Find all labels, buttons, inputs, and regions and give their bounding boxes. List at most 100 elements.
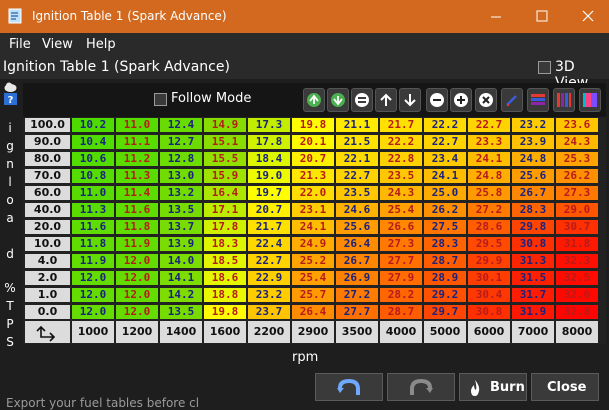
table-cell[interactable]: 16.4 <box>204 186 246 200</box>
table-cell[interactable]: 27.5 <box>424 220 466 234</box>
row-header[interactable]: 4.0 <box>25 254 70 268</box>
row-header[interactable]: 20.0 <box>25 220 70 234</box>
table-cell[interactable]: 25.2 <box>292 254 334 268</box>
follow-mode-checkbox[interactable] <box>154 93 167 106</box>
table-cell[interactable]: 11.0 <box>72 186 114 200</box>
table-cell[interactable]: 12.0 <box>116 254 158 268</box>
table-cell[interactable]: 11.6 <box>116 203 158 217</box>
table-cell[interactable]: 30.1 <box>468 271 510 285</box>
minus-button[interactable] <box>426 88 448 112</box>
table-cell[interactable]: 28.2 <box>380 288 422 302</box>
table-cell[interactable]: 10.2 <box>72 118 114 132</box>
table-cell[interactable]: 20.7 <box>292 152 334 166</box>
table-cell[interactable]: 14.9 <box>204 118 246 132</box>
table-cell[interactable]: 22.8 <box>380 152 422 166</box>
table-cell[interactable]: 19.0 <box>248 169 290 183</box>
gradient-button[interactable] <box>553 88 575 112</box>
table-cell[interactable]: 11.6 <box>72 220 114 234</box>
row-header[interactable]: 90.0 <box>25 135 70 149</box>
table-cell[interactable]: 18.5 <box>204 254 246 268</box>
color-palette-button[interactable] <box>579 88 601 112</box>
table-cell[interactable]: 26.4 <box>292 305 334 319</box>
table-cell[interactable]: 32.6 <box>556 288 598 302</box>
table-cell[interactable]: 30.7 <box>556 220 598 234</box>
row-header[interactable]: 10.0 <box>25 237 70 251</box>
arrow-up-green-button[interactable] <box>303 88 325 112</box>
table-cell[interactable]: 18.6 <box>204 271 246 285</box>
table-cell[interactable]: 14.0 <box>160 254 202 268</box>
table-cell[interactable]: 31.3 <box>512 254 554 268</box>
table-cell[interactable]: 11.8 <box>116 220 158 234</box>
table-cell[interactable]: 22.0 <box>292 186 334 200</box>
minimize-button[interactable] <box>473 0 519 33</box>
table-cell[interactable]: 30.8 <box>512 237 554 251</box>
table-cell[interactable]: 11.3 <box>116 169 158 183</box>
table-button[interactable] <box>527 88 549 112</box>
table-cell[interactable]: 12.0 <box>116 305 158 319</box>
table-cell[interactable]: 15.1 <box>204 135 246 149</box>
table-cell[interactable]: 13.5 <box>160 203 202 217</box>
table-cell[interactable]: 11.2 <box>116 152 158 166</box>
multiply-button[interactable] <box>475 88 497 112</box>
table-cell[interactable]: 24.3 <box>556 135 598 149</box>
table-cell[interactable]: 12.0 <box>72 305 114 319</box>
equals-button[interactable] <box>351 88 373 112</box>
table-cell[interactable]: 27.7 <box>380 254 422 268</box>
table-cell[interactable]: 23.4 <box>424 152 466 166</box>
table-cell[interactable]: 32.5 <box>556 271 598 285</box>
row-header[interactable]: 40.0 <box>25 203 70 217</box>
up-arrow-button[interactable] <box>375 88 397 112</box>
table-cell[interactable]: 21.7 <box>380 118 422 132</box>
table-cell[interactable]: 22.2 <box>380 135 422 149</box>
table-cell[interactable]: 11.4 <box>116 186 158 200</box>
maximize-button[interactable] <box>519 0 565 33</box>
column-header[interactable]: 7000 <box>512 321 554 343</box>
table-cell[interactable]: 26.2 <box>424 203 466 217</box>
table-cell[interactable]: 17.8 <box>248 135 290 149</box>
table-cell[interactable]: 27.2 <box>468 203 510 217</box>
table-cell[interactable]: 21.1 <box>336 118 378 132</box>
table-cell[interactable]: 25.8 <box>468 186 510 200</box>
table-cell[interactable]: 31.5 <box>512 271 554 285</box>
table-cell[interactable]: 28.3 <box>512 203 554 217</box>
table-cell[interactable]: 17.3 <box>248 118 290 132</box>
table-cell[interactable]: 17.1 <box>204 203 246 217</box>
table-cell[interactable]: 18.8 <box>204 288 246 302</box>
table-cell[interactable]: 12.0 <box>116 288 158 302</box>
table-cell[interactable]: 24.1 <box>424 169 466 183</box>
table-cell[interactable]: 14.2 <box>160 288 202 302</box>
table-cell[interactable]: 22.7 <box>336 169 378 183</box>
table-cell[interactable]: 18.3 <box>204 237 246 251</box>
table-cell[interactable]: 24.8 <box>512 152 554 166</box>
table-cell[interactable]: 25.4 <box>292 271 334 285</box>
help-icon[interactable]: ? <box>4 93 17 105</box>
column-header[interactable]: 1000 <box>72 321 114 343</box>
table-cell[interactable]: 29.5 <box>468 237 510 251</box>
menu-help[interactable]: Help <box>86 37 116 52</box>
table-cell[interactable]: 23.2 <box>512 118 554 132</box>
column-header[interactable]: 4000 <box>380 321 422 343</box>
table-cell[interactable]: 31.8 <box>556 237 598 251</box>
table-cell[interactable]: 32.3 <box>556 254 598 268</box>
view3d-checkbox[interactable] <box>538 61 551 74</box>
table-cell[interactable]: 22.1 <box>336 152 378 166</box>
table-cell[interactable]: 24.6 <box>336 203 378 217</box>
table-cell[interactable]: 15.5 <box>204 152 246 166</box>
table-cell[interactable]: 25.6 <box>336 220 378 234</box>
table-cell[interactable]: 18.4 <box>248 152 290 166</box>
table-cell[interactable]: 22.9 <box>248 271 290 285</box>
table-cell[interactable]: 31.7 <box>512 288 554 302</box>
table-cell[interactable]: 12.8 <box>160 152 202 166</box>
axis-swap-button[interactable] <box>25 321 70 343</box>
table-cell[interactable]: 26.7 <box>336 254 378 268</box>
follow-mode-label[interactable]: Follow Mode <box>171 91 251 106</box>
table-cell[interactable]: 10.6 <box>72 152 114 166</box>
table-cell[interactable]: 10.4 <box>72 135 114 149</box>
table-cell[interactable]: 19.8 <box>292 118 334 132</box>
table-cell[interactable]: 31.9 <box>512 305 554 319</box>
table-cell[interactable]: 25.4 <box>380 203 422 217</box>
table-cell[interactable]: 22.7 <box>468 118 510 132</box>
table-cell[interactable]: 13.0 <box>160 169 202 183</box>
table-cell[interactable]: 22.7 <box>424 135 466 149</box>
table-cell[interactable]: 12.4 <box>160 118 202 132</box>
